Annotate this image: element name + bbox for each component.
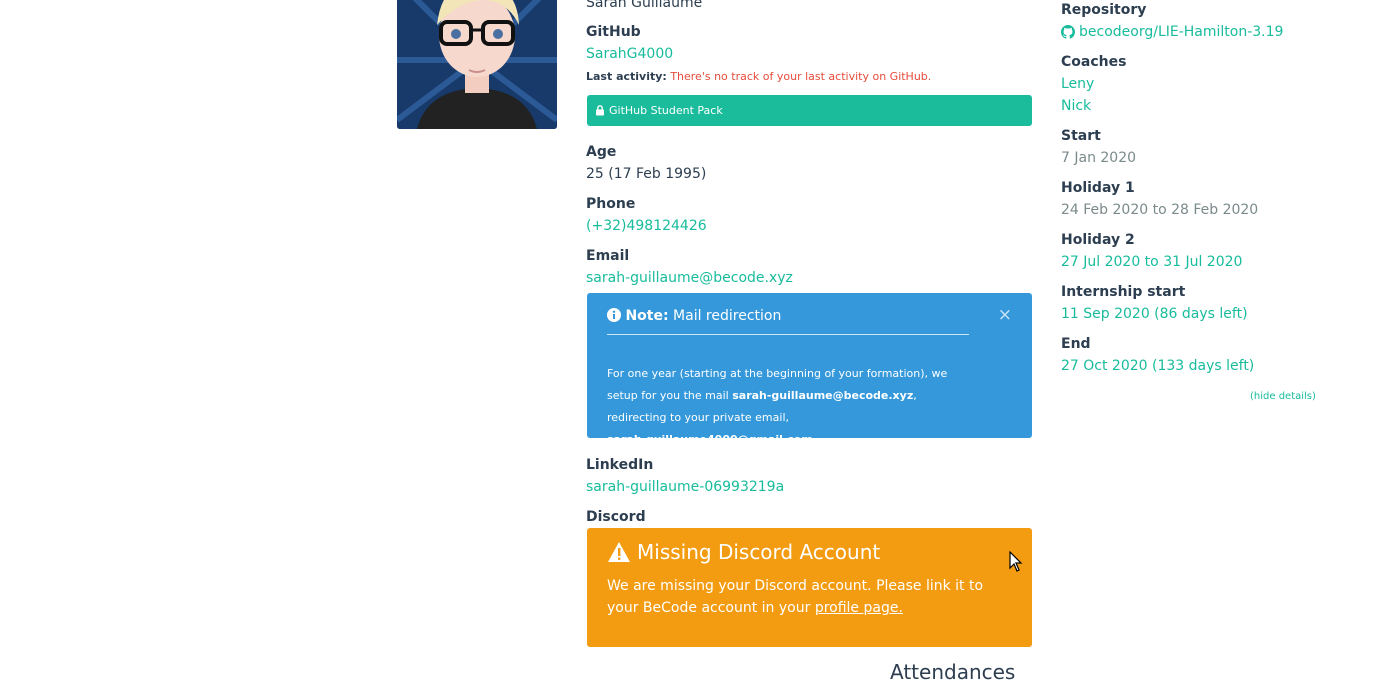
note-mail: sarah-guillaume@becode.xyz (732, 389, 914, 402)
alert-title: Missing Discord Account (607, 540, 880, 564)
coach-link-nick[interactable]: Nick (1061, 98, 1091, 114)
email-link[interactable]: sarah-guillaume@becode.xyz (586, 270, 793, 286)
coach-link-leny[interactable]: Leny (1061, 76, 1094, 92)
repository-name: becodeorg/LIE-Hamilton-3.19 (1079, 24, 1284, 40)
end-label: End (1061, 336, 1091, 352)
discord-label: Discord (586, 509, 646, 525)
linkedin-label: LinkedIn (586, 457, 654, 473)
note-body: For one year (starting at the beginning … (607, 363, 977, 451)
repository-label: Repository (1061, 2, 1147, 18)
start-label: Start (1061, 128, 1101, 144)
github-username-link[interactable]: SarahG4000 (586, 46, 673, 62)
note-divider (607, 334, 969, 335)
holiday2-value: 27 Jul 2020 to 31 Jul 2020 (1061, 254, 1243, 270)
last-activity-label: Last activity: (586, 70, 667, 83)
profile-page-link[interactable]: profile page. (815, 600, 903, 616)
note-prefix: Note: (625, 308, 669, 324)
profile-name: Sarah Guillaume (586, 0, 703, 11)
alert-body: We are missing your Discord account. Ple… (607, 578, 984, 616)
holiday1-value: 24 Feb 2020 to 28 Feb 2020 (1061, 202, 1259, 218)
alert-title-text: Missing Discord Account (637, 540, 881, 564)
email-label: Email (586, 248, 630, 264)
last-activity: Last activity: There's no track of your … (586, 70, 931, 83)
mail-redirection-note: Note: Mail redirection × For one year (s… (587, 293, 1032, 446)
note-title: Mail redirection (673, 308, 782, 324)
holiday2-label: Holiday 2 (1061, 232, 1135, 248)
alert-text: We are missing your Discord account. Ple… (607, 575, 1007, 619)
lock-icon (596, 105, 604, 116)
hide-details-link[interactable]: (hide details) (1250, 391, 1316, 402)
student-pack-label: GitHub Student Pack (609, 104, 723, 117)
phone-link[interactable]: (+32)498124426 (586, 218, 707, 234)
age-value: 25 (17 Feb 1995) (586, 166, 707, 182)
coaches-label: Coaches (1061, 54, 1127, 70)
github-student-pack-button[interactable]: GitHub Student Pack (587, 95, 1032, 126)
info-icon (607, 308, 621, 322)
age-label: Age (586, 144, 617, 160)
note-heading: Note: Mail redirection (607, 308, 781, 324)
internship-value: 11 Sep 2020 (86 days left) (1061, 306, 1248, 322)
avatar (397, 0, 557, 129)
close-icon[interactable]: × (998, 305, 1012, 325)
holiday1-label: Holiday 1 (1061, 180, 1135, 196)
repository-link[interactable]: becodeorg/LIE-Hamilton-3.19 (1061, 24, 1283, 40)
github-icon (1061, 25, 1075, 39)
internship-label: Internship start (1061, 284, 1186, 300)
end-value: 27 Oct 2020 (133 days left) (1061, 358, 1255, 374)
mouse-cursor-icon (1009, 551, 1023, 572)
phone-label: Phone (586, 196, 636, 212)
note-private-mail: sarah.guillaume4000@gmail.com (607, 433, 813, 446)
attendances-heading: Attendances (890, 660, 1016, 684)
missing-discord-alert: Missing Discord Account We are missing y… (587, 528, 1032, 647)
warning-icon (608, 542, 630, 562)
last-activity-text: There's no track of your last activity o… (670, 70, 932, 83)
linkedin-link[interactable]: sarah-guillaume-06993219a (586, 479, 784, 495)
start-value: 7 Jan 2020 (1061, 150, 1137, 166)
github-label: GitHub (586, 24, 641, 40)
